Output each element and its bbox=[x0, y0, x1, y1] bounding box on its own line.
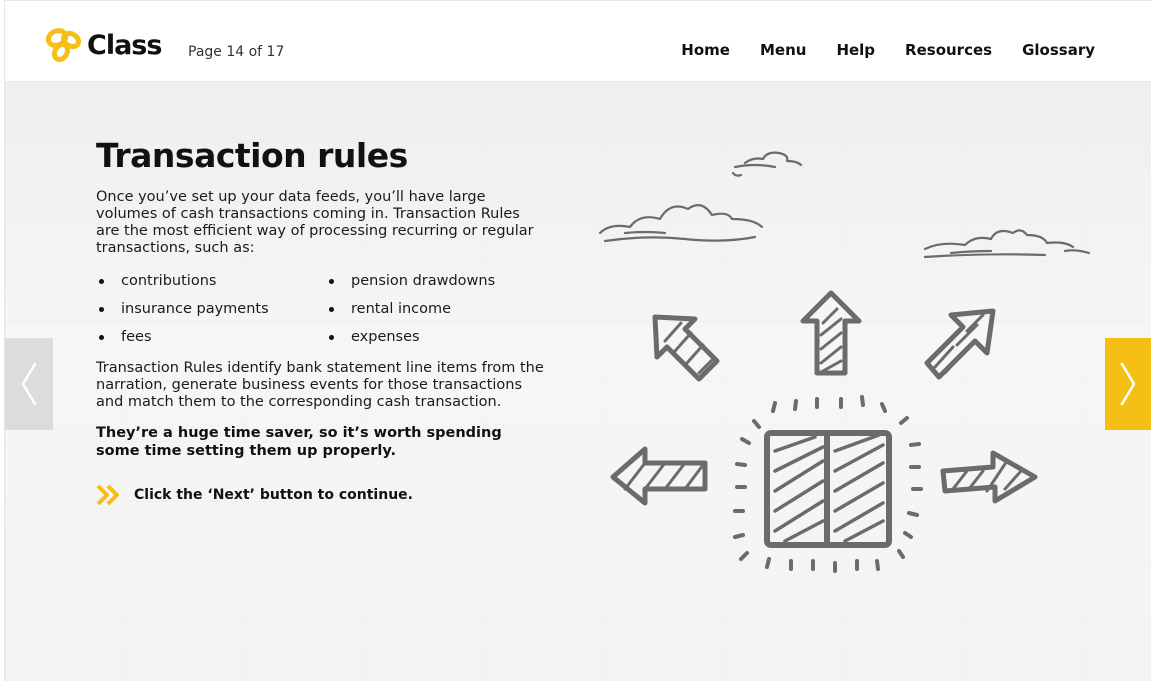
bullet-dot bbox=[329, 278, 334, 284]
list-item: rental income bbox=[326, 300, 546, 318]
list-item-text: rental income bbox=[351, 301, 452, 317]
bullet-list: contributions pension drawdowns insuranc… bbox=[96, 272, 546, 346]
list-item-text: insurance payments bbox=[121, 301, 269, 317]
sketch-arrows-illustration bbox=[598, 151, 1091, 573]
arrow-up-sketch bbox=[800, 290, 862, 376]
class-logo-icon bbox=[45, 28, 82, 63]
class-logo[interactable]: Class bbox=[43, 25, 162, 65]
arrow-right-sketch bbox=[940, 450, 1038, 504]
nav-help[interactable]: Help bbox=[836, 41, 875, 59]
list-item: insurance payments bbox=[96, 300, 326, 318]
list-item: contributions bbox=[96, 272, 326, 290]
bullet-dot bbox=[329, 334, 334, 340]
ledger-box-sketch bbox=[764, 430, 892, 548]
arrow-up-right-sketch bbox=[924, 308, 996, 380]
next-prompt-text: Click the ‘Next’ button to continue. bbox=[134, 487, 413, 503]
list-item: expenses bbox=[326, 328, 546, 346]
cloud-sketch bbox=[731, 151, 803, 177]
arrow-up-left-sketch bbox=[652, 314, 720, 382]
chevron-right-icon bbox=[1120, 362, 1136, 406]
next-page-button[interactable] bbox=[1105, 338, 1151, 430]
bullet-dot bbox=[99, 306, 104, 312]
bullet-dot bbox=[99, 278, 104, 284]
list-item-text: expenses bbox=[351, 329, 420, 345]
nav-resources[interactable]: Resources bbox=[905, 41, 992, 59]
cloud-sketch bbox=[923, 229, 1091, 259]
nav-menu[interactable]: Menu bbox=[760, 41, 806, 59]
list-item-text: fees bbox=[121, 329, 152, 345]
bullet-dot bbox=[329, 306, 334, 312]
list-item-text: pension drawdowns bbox=[351, 273, 496, 289]
previous-page-button[interactable] bbox=[5, 338, 53, 430]
list-item: pension drawdowns bbox=[326, 272, 546, 290]
page-indicator: Page 14 of 17 bbox=[188, 44, 285, 60]
nav-glossary[interactable]: Glossary bbox=[1022, 41, 1095, 59]
list-item-text: contributions bbox=[121, 273, 217, 289]
bullet-dot bbox=[99, 334, 104, 340]
chevron-left-icon bbox=[21, 362, 37, 406]
logo-text: Class bbox=[87, 29, 162, 61]
emphasis-paragraph: They’re a huge time saver, so it’s worth… bbox=[96, 425, 502, 459]
double-chevron-right-icon bbox=[96, 484, 119, 506]
content-text-column: Transaction rules Once you’ve set up you… bbox=[96, 136, 546, 506]
cloud-sketch bbox=[598, 204, 764, 243]
arrow-left-sketch bbox=[610, 446, 708, 506]
page-frame: Class Page 14 of 17 Home Menu Help Resou… bbox=[4, 0, 1151, 681]
nav-home[interactable]: Home bbox=[681, 41, 730, 59]
intro-paragraph: Once you’ve set up your data feeds, you’… bbox=[96, 189, 534, 256]
top-header: Class Page 14 of 17 Home Menu Help Resou… bbox=[5, 1, 1151, 81]
list-item: fees bbox=[96, 328, 326, 346]
next-prompt: Click the ‘Next’ button to continue. bbox=[96, 484, 546, 506]
top-nav: Home Menu Help Resources Glossary bbox=[651, 41, 1095, 59]
body-paragraph: Transaction Rules identify bank statemen… bbox=[96, 360, 544, 410]
page-title: Transaction rules bbox=[96, 136, 408, 175]
